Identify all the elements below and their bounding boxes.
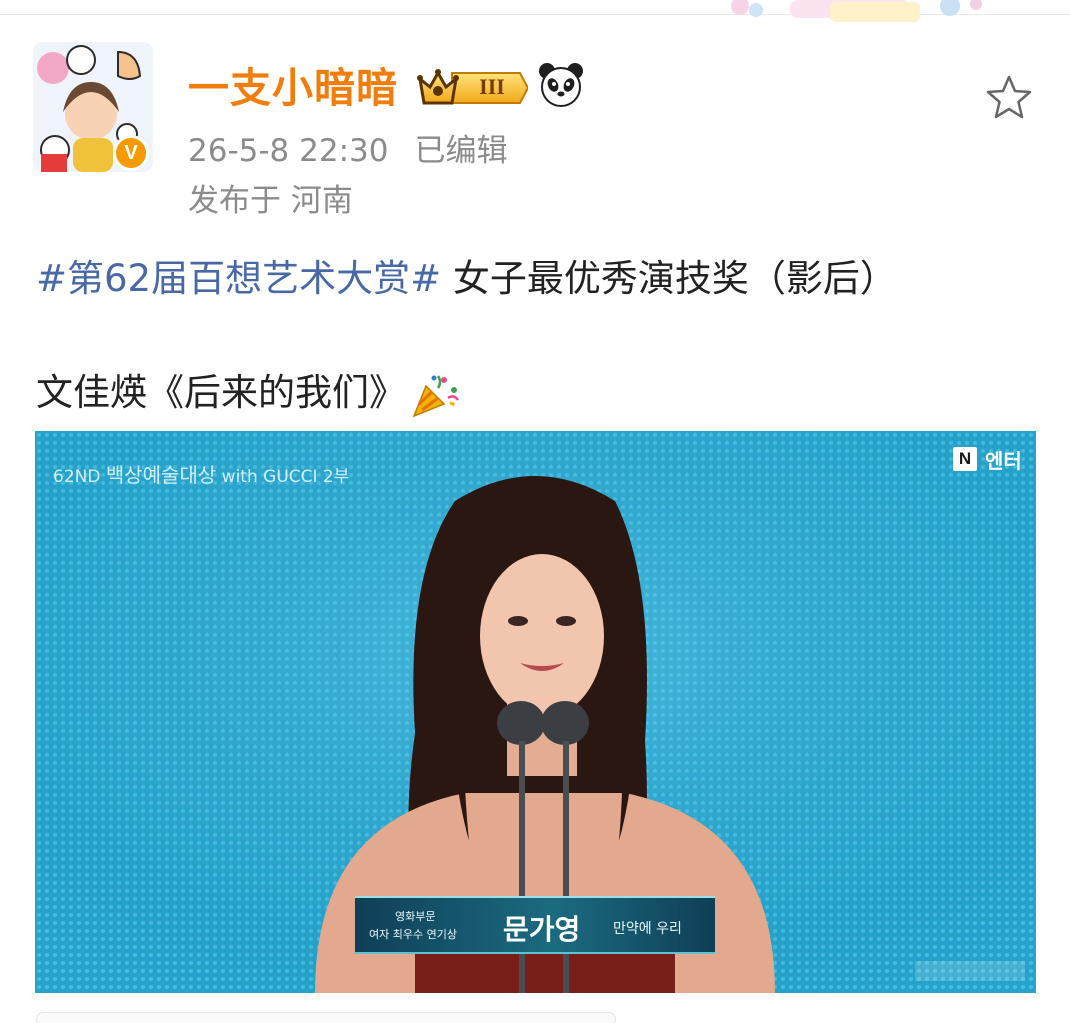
broadcast-show-name: 백상예술대상 [105, 463, 217, 487]
winner-text: 文佳煐《后来的我们》 [36, 371, 406, 414]
post-meta: 26-5-8 22:30 已编辑 [188, 130, 507, 172]
level-badge-text: III [479, 74, 505, 99]
broadcast-sponsor: with GUCCI [221, 467, 318, 487]
username[interactable]: 一支小暗暗 [188, 62, 398, 114]
network-logo-icon: N [953, 447, 977, 471]
post-timestamp: 26-5-8 22:30 [188, 133, 389, 169]
next-element-edge [36, 1012, 616, 1023]
panda-emoji-icon [539, 63, 583, 107]
star-outline-icon[interactable] [985, 74, 1033, 120]
broadcast-part: 2부 [322, 467, 350, 487]
hashtag-link[interactable]: #第62届百想艺术大赏# [36, 257, 441, 300]
party-popper-emoji-icon [412, 374, 460, 417]
broadcast-edition: 62ND [53, 467, 101, 487]
edited-label[interactable]: 已编辑 [414, 133, 507, 169]
broadcast-title: 62ND 백상예술대상 with GUCCI 2부 [53, 459, 349, 488]
caption-award: 여자 최우수 연기상 [369, 928, 457, 941]
post-image[interactable]: 62ND 백상예술대상 with GUCCI 2부 N 엔터 영화부문 여자 최… [35, 431, 1036, 993]
post-location: 发布于 河南 [188, 183, 353, 219]
post-winner-line: 文佳煐《后来的我们》 [36, 368, 460, 418]
post-headline: #第62届百想艺术大赏# 女子最优秀演技奖（影后） [36, 254, 897, 304]
caption-film-title: 만약에 우리 [613, 921, 682, 937]
award-caption-bar: 영화부문 여자 최우수 연기상 문가영 만약에 우리 [355, 896, 715, 954]
network-label: 엔터 [985, 449, 1022, 473]
headline-text: 女子最优秀演技奖（影后） [441, 257, 897, 300]
verified-v-icon: V [113, 135, 149, 171]
caption-category: 영화부문 [395, 910, 436, 923]
decorative-banner-art [731, 0, 982, 22]
caption-winner-name: 문가영 [503, 913, 581, 946]
